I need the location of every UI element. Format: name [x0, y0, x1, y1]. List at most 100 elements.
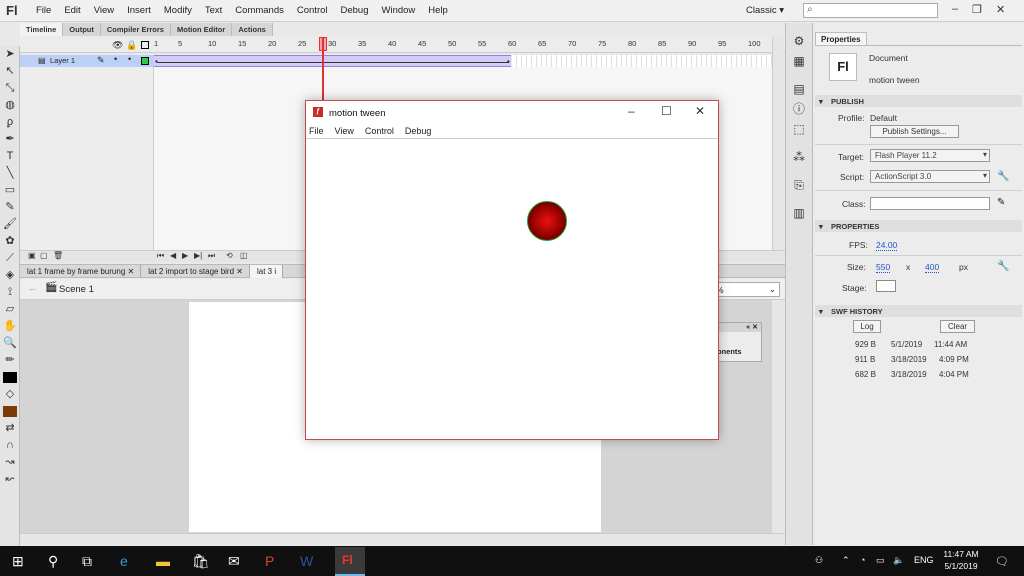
player-menu-debug[interactable]: Debug [405, 126, 432, 136]
menu-view[interactable]: View [94, 5, 114, 16]
rectangle-tool-icon[interactable]: ▭ [0, 182, 20, 199]
new-folder-icon[interactable]: ▢ [40, 251, 48, 260]
publish-settings-button[interactable]: Publish Settings... [870, 125, 959, 138]
menu-debug[interactable]: Debug [341, 5, 369, 16]
fill-color-icon[interactable]: ◇ [0, 386, 20, 403]
volume-icon[interactable]: 🔈 [893, 555, 904, 566]
notifications-icon[interactable]: 🗨 [995, 555, 1009, 568]
panel-controls-icon[interactable]: « ✕ [717, 323, 761, 332]
script-select[interactable]: ActionScript 3.0 ▾ [870, 170, 990, 183]
people-icon[interactable]: ⚇ [815, 555, 823, 566]
keyframe-start-icon[interactable]: • [155, 57, 158, 66]
edge-icon[interactable]: e [120, 553, 128, 569]
swap-colors-icon[interactable]: ⇄ [0, 420, 20, 437]
paint-bucket-icon[interactable]: ◈ [0, 267, 20, 284]
components-panel[interactable]: « ✕ onents [716, 322, 762, 362]
layer-outline-color[interactable] [141, 57, 149, 65]
first-frame-icon[interactable]: ⏮ [157, 251, 164, 261]
zoom-select[interactable]: % ⌄ [712, 282, 780, 297]
battery-icon[interactable]: ▭ [876, 555, 885, 566]
pencil-tool-icon[interactable]: ✎ [0, 199, 20, 216]
width-value[interactable]: 550 [876, 262, 891, 273]
stage-color-swatch[interactable] [876, 280, 896, 292]
onion-skin-icon[interactable]: ◫ [240, 251, 248, 260]
doc-tab-2[interactable]: lat 2 import to stage bird ✕ [141, 265, 250, 278]
subselection-tool-icon[interactable]: ↖ [0, 63, 20, 80]
free-transform-tool-icon[interactable]: ⤡ [0, 80, 20, 97]
mail-icon[interactable]: ✉ [228, 553, 240, 570]
menu-edit[interactable]: Edit [64, 5, 80, 16]
chevron-up-icon[interactable]: ⌃ [842, 555, 850, 566]
library-icon[interactable]: ⚙ [786, 31, 812, 51]
height-value[interactable]: 400 [925, 262, 940, 273]
close-button[interactable]: ✕ [996, 3, 1005, 16]
player-minimize-button[interactable]: – [628, 104, 635, 118]
empty-frames[interactable] [512, 55, 772, 67]
pencil-icon[interactable]: ✎ [997, 197, 1005, 208]
layer-name[interactable]: Layer 1 [50, 56, 75, 65]
align-icon[interactable]: ▤ [786, 79, 812, 99]
delete-layer-icon[interactable]: 🗑 [53, 251, 63, 260]
file-explorer-icon[interactable]: ▬ [156, 553, 170, 569]
zoom-tool-icon[interactable]: 🔍 [0, 335, 20, 352]
fill-swatch[interactable] [3, 406, 17, 417]
word-icon[interactable]: W [300, 553, 313, 569]
tab-motion-editor[interactable]: Motion Editor [170, 23, 233, 36]
back-arrow-icon[interactable]: ← [28, 283, 37, 293]
eye-icon[interactable]: 👁 [112, 40, 123, 51]
workspace-switcher[interactable]: Classic ▾ [746, 5, 784, 16]
menu-control[interactable]: Control [297, 5, 328, 16]
search-input[interactable]: ⌕ [803, 3, 938, 18]
horizontal-scrollbar[interactable] [20, 533, 785, 544]
clear-button[interactable]: Clear [940, 320, 975, 333]
network-icon[interactable]: ◔ [860, 555, 865, 565]
player-maximize-button[interactable]: ☐ [661, 104, 672, 118]
clock-time[interactable]: 11:47 AM [943, 549, 979, 559]
flash-icon[interactable]: Fl [342, 553, 353, 567]
line-tool-icon[interactable]: ╲ [0, 165, 20, 182]
pen-tool-icon[interactable]: ✒ [0, 131, 20, 148]
swf-history-header[interactable]: ▾ SWF HISTORY [815, 305, 1022, 317]
player-menu-control[interactable]: Control [365, 126, 394, 136]
selection-tool-icon[interactable]: ➤ [0, 46, 20, 63]
deco-tool-icon[interactable]: ✿ [0, 233, 20, 250]
new-layer-icon[interactable]: ▣ [28, 251, 36, 260]
tab-properties[interactable]: Properties [815, 32, 867, 46]
text-tool-icon[interactable]: T [0, 148, 20, 165]
menu-insert[interactable]: Insert [127, 5, 151, 16]
language-indicator[interactable]: ENG [914, 555, 934, 565]
stage-scrollbar[interactable] [772, 300, 784, 533]
tween-span[interactable] [154, 55, 511, 67]
motion-presets-icon[interactable]: ⎘ [786, 175, 812, 195]
target-select[interactable]: Flash Player 11.2 ▾ [870, 149, 990, 162]
bone-tool-icon[interactable]: ⟋ [0, 250, 20, 267]
play-icon[interactable]: ▶ [182, 251, 188, 260]
fps-value[interactable]: 24.00 [876, 240, 898, 251]
clock-date[interactable]: 5/1/2019 [943, 561, 979, 571]
straighten-icon[interactable]: ↜ [0, 471, 20, 488]
menu-text[interactable]: Text [205, 5, 222, 16]
3d-rotation-tool-icon[interactable]: ◍ [0, 97, 20, 114]
player-close-button[interactable]: ✕ [695, 104, 705, 118]
stroke-swatch[interactable] [3, 372, 17, 383]
swatches-icon[interactable]: ▦ [786, 51, 812, 71]
lock-dot-icon[interactable]: • [128, 54, 131, 64]
prev-frame-icon[interactable]: ◀ [170, 251, 176, 260]
menu-window[interactable]: Window [382, 5, 416, 16]
snap-magnet-icon[interactable]: ∩ [0, 437, 20, 454]
minimize-button[interactable]: – [952, 3, 958, 15]
history-icon[interactable]: ▥ [786, 203, 812, 223]
stroke-color-icon[interactable]: ✏ [0, 352, 20, 369]
log-button[interactable]: Log [853, 320, 881, 333]
properties-header[interactable]: ▾ PROPERTIES [815, 220, 1022, 232]
info-icon[interactable]: ⓘ [786, 99, 812, 119]
wrench-icon[interactable]: 🔧 [997, 261, 1009, 272]
last-frame-icon[interactable]: ⏭ [208, 251, 215, 261]
brush-tool-icon[interactable]: 🖌 [0, 216, 20, 233]
tab-output[interactable]: Output [63, 23, 101, 36]
loop-icon[interactable]: ⟲ [226, 251, 233, 260]
tab-compiler-errors[interactable]: Compiler Errors [100, 23, 171, 36]
player-menu-file[interactable]: File [309, 126, 324, 136]
task-view-icon[interactable]: ⧉ [82, 553, 92, 570]
layer-row[interactable]: ▤ ✎ • • [20, 54, 155, 67]
